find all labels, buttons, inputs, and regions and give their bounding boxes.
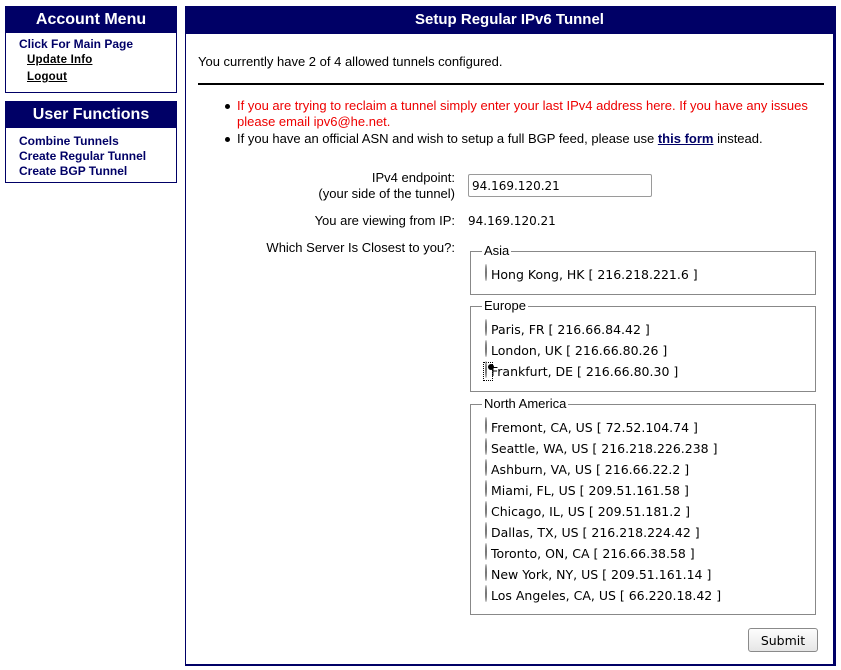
radio-icon[interactable] (485, 501, 487, 518)
server-option-label: Los Angeles, CA, US [ 66.220.18.42 ] (491, 588, 722, 603)
notes-list: If you are trying to reclaim a tunnel si… (224, 98, 824, 147)
tunnel-count-text: You currently have 2 of 4 allowed tunnel… (198, 54, 503, 69)
server-option-label: Chicago, IL, US [ 209.51.181.2 ] (491, 504, 691, 519)
server-option[interactable]: New York, NY, US [ 209.51.161.14 ] (485, 564, 815, 585)
server-option-label: Hong Kong, HK [ 216.218.221.6 ] (491, 267, 698, 282)
account-menu-title: Account Menu (6, 7, 176, 33)
main-page-link[interactable]: Click For Main Page (6, 37, 176, 52)
user-functions-menu: User Functions Combine Tunnels Create Re… (5, 101, 177, 183)
radio-icon[interactable] (485, 564, 487, 581)
create-regular-tunnel-link[interactable]: Create Regular Tunnel (6, 149, 176, 164)
server-option[interactable]: Seattle, WA, US [ 216.218.226.238 ] (485, 438, 815, 459)
server-option-label: Frankfurt, DE [ 216.66.80.30 ] (491, 364, 679, 379)
server-question-label: Which Server Is Closest to you?: (266, 240, 455, 255)
radio-icon[interactable] (485, 480, 487, 497)
radio-icon[interactable] (485, 522, 487, 539)
server-option-label: London, UK [ 216.66.80.26 ] (491, 343, 668, 358)
server-option[interactable]: Paris, FR [ 216.66.84.42 ] (485, 319, 815, 340)
radio-checked-icon[interactable] (485, 361, 487, 378)
viewing-ip-value: 94.169.120.21 (468, 214, 556, 228)
bgp-form-link[interactable]: this form (658, 131, 714, 146)
server-option[interactable]: Hong Kong, HK [ 216.218.221.6 ] (485, 264, 815, 285)
reclaim-note: If you are trying to reclaim a tunnel si… (224, 98, 824, 130)
region-legend: Europe (484, 298, 526, 313)
radio-icon[interactable] (485, 340, 487, 357)
setup-tunnel-panel: Setup Regular IPv6 Tunnel You currently … (185, 6, 836, 666)
server-option-label: Fremont, CA, US [ 72.52.104.74 ] (491, 420, 698, 435)
ipv4-label-line2: (your side of the tunnel) (318, 186, 455, 201)
bgp-note-suffix: instead. (713, 131, 763, 146)
server-option[interactable]: London, UK [ 216.66.80.26 ] (485, 340, 815, 361)
submit-button[interactable]: Submit (748, 628, 818, 652)
server-option[interactable]: Chicago, IL, US [ 209.51.181.2 ] (485, 501, 815, 522)
radio-icon[interactable] (485, 438, 487, 455)
server-option[interactable]: Dallas, TX, US [ 216.218.224.42 ] (485, 522, 815, 543)
region-legend: Asia (484, 243, 510, 258)
server-option-label: Dallas, TX, US [ 216.218.224.42 ] (491, 525, 700, 540)
server-option[interactable]: Miami, FL, US [ 209.51.161.58 ] (485, 480, 815, 501)
viewing-ip-label: You are viewing from IP: (314, 213, 455, 228)
radio-icon[interactable] (485, 543, 487, 560)
server-option-label: Miami, FL, US [ 209.51.161.58 ] (491, 483, 689, 498)
radio-icon[interactable] (485, 459, 487, 476)
radio-icon[interactable] (485, 417, 487, 434)
server-option[interactable]: Frankfurt, DE [ 216.66.80.30 ] (483, 361, 815, 382)
region-north-america: North America Fremont, CA, US [ 72.52.10… (470, 397, 816, 615)
server-option[interactable]: Ashburn, VA, US [ 216.66.22.2 ] (485, 459, 815, 480)
radio-icon[interactable] (485, 585, 487, 602)
server-option-label: Toronto, ON, CA [ 216.66.38.58 ] (491, 546, 695, 561)
region-europe: Europe Paris, FR [ 216.66.84.42 ] London,… (470, 299, 816, 392)
bgp-note-prefix: If you have an official ASN and wish to … (237, 131, 658, 146)
server-option[interactable]: Los Angeles, CA, US [ 66.220.18.42 ] (485, 585, 815, 606)
radio-icon[interactable] (485, 319, 487, 336)
combine-tunnels-link[interactable]: Combine Tunnels (6, 134, 176, 149)
server-option-label: New York, NY, US [ 209.51.161.14 ] (491, 567, 712, 582)
bgp-note: If you have an official ASN and wish to … (224, 131, 824, 147)
divider (198, 83, 824, 85)
user-functions-title: User Functions (6, 102, 176, 128)
ipv4-endpoint-input[interactable] (468, 174, 652, 197)
radio-icon[interactable] (485, 264, 487, 281)
account-menu: Account Menu Click For Main Page Update … (5, 6, 177, 93)
server-option-label: Paris, FR [ 216.66.84.42 ] (491, 322, 650, 337)
server-option-label: Ashburn, VA, US [ 216.66.22.2 ] (491, 462, 690, 477)
server-option[interactable]: Toronto, ON, CA [ 216.66.38.58 ] (485, 543, 815, 564)
create-bgp-tunnel-link[interactable]: Create BGP Tunnel (6, 164, 176, 179)
page-title: Setup Regular IPv6 Tunnel (186, 7, 833, 34)
region-legend: North America (484, 396, 567, 411)
region-asia: Asia Hong Kong, HK [ 216.218.221.6 ] (470, 244, 816, 295)
update-info-link[interactable]: Update Info (6, 52, 176, 69)
ipv4-label-line1: IPv4 endpoint: (371, 170, 455, 185)
server-option[interactable]: Fremont, CA, US [ 72.52.104.74 ] (485, 417, 815, 438)
server-option-label: Seattle, WA, US [ 216.218.226.238 ] (491, 441, 718, 456)
logout-link[interactable]: Logout (6, 69, 176, 86)
ipv4-endpoint-label: IPv4 endpoint: (your side of the tunnel) (318, 170, 455, 202)
